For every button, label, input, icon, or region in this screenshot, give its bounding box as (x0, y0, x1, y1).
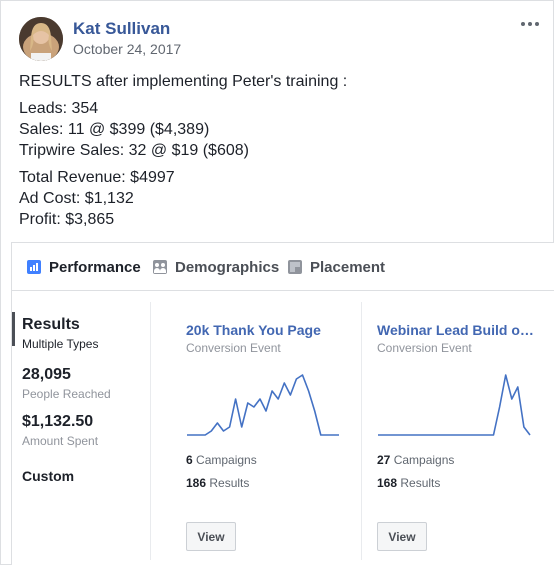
results-value: 186 (186, 476, 207, 490)
avatar[interactable] (19, 17, 63, 61)
results-value: 168 (377, 476, 398, 490)
campaign-card: 20k Thank You Page Conversion Event 6 Ca… (186, 302, 356, 560)
results-title[interactable]: Results (22, 316, 80, 334)
results-summary: Results Multiple Types 28,095 People Rea… (12, 292, 150, 565)
campaigns-value: 6 (186, 453, 193, 467)
selected-indicator (12, 312, 15, 346)
campaign-subtitle: Conversion Event (186, 341, 281, 355)
custom-label[interactable]: Custom (22, 468, 74, 484)
view-button[interactable]: View (186, 522, 236, 551)
post-date[interactable]: October 24, 2017 (73, 41, 181, 57)
campaign-card: Webinar Lead Build on ... Conversion Eve… (377, 302, 547, 560)
post-line: Total Revenue: $4997 (19, 169, 175, 186)
post-line: Leads: 354 (19, 100, 99, 117)
author-name[interactable]: Kat Sullivan (73, 19, 170, 39)
tab-performance[interactable]: Performance (27, 243, 141, 291)
view-button[interactable]: View (377, 522, 427, 551)
results-label: Results (400, 476, 441, 490)
trend-line (187, 374, 339, 436)
post-line: Sales: 11 @ $399 ($4,389) (19, 121, 210, 138)
people-icon (153, 260, 167, 274)
tab-label: Placement (310, 258, 386, 276)
column-divider (150, 302, 151, 560)
results-count: 186 Results (186, 476, 249, 490)
results-count: 168 Results (377, 476, 440, 490)
campaigns-count: 27 Campaigns (377, 453, 454, 467)
campaigns-label: Campaigns (393, 453, 455, 467)
tab-label: Demographics (175, 258, 280, 276)
results-subtitle: Multiple Types (22, 337, 99, 351)
column-divider (361, 302, 362, 560)
campaign-title[interactable]: Webinar Lead Build on ... (377, 322, 537, 338)
avatar-image (19, 17, 63, 61)
tab-label: Performance (49, 258, 141, 276)
placement-icon (288, 260, 302, 274)
post-line: Ad Cost: $1,132 (19, 190, 134, 207)
tab-bar: Performance Demographics Placement (12, 243, 554, 291)
post-line: RESULTS after implementing Peter's train… (19, 73, 348, 90)
amount-spent-value: $1,132.50 (22, 413, 94, 430)
campaign-trend-chart (378, 374, 531, 436)
campaigns-count: 6 Campaigns (186, 453, 257, 467)
people-reached-value: 28,095 (22, 366, 71, 383)
campaign-title[interactable]: 20k Thank You Page (186, 322, 346, 338)
post-body: RESULTS after implementing Peter's train… (19, 71, 539, 230)
bar-chart-icon (27, 260, 41, 274)
results-label: Results (209, 476, 250, 490)
campaign-trend-chart (187, 374, 339, 436)
campaigns-value: 27 (377, 453, 391, 467)
more-options-icon[interactable] (517, 17, 543, 31)
tab-placement[interactable]: Placement (288, 243, 385, 291)
people-reached-label: People Reached (22, 387, 111, 401)
trend-line (378, 374, 531, 436)
ads-summary-panel: Performance Demographics Placement Resul… (11, 242, 554, 565)
campaigns-label: Campaigns (196, 453, 257, 467)
post-line: Tripwire Sales: 32 @ $19 ($608) (19, 142, 249, 159)
tab-demographics[interactable]: Demographics (153, 243, 279, 291)
campaign-subtitle: Conversion Event (377, 341, 472, 355)
post-line: Profit: $3,865 (19, 211, 115, 228)
amount-spent-label: Amount Spent (22, 434, 99, 448)
facebook-post: Kat Sullivan October 24, 2017 RESULTS af… (0, 0, 554, 565)
